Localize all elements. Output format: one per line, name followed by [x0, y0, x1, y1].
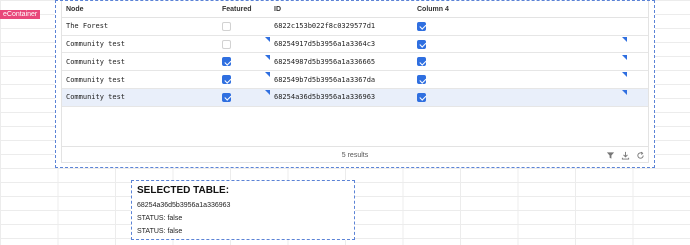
- featured-checkbox[interactable]: [222, 92, 231, 102]
- cell-id: 68254a36d5b3956a1a336963: [274, 93, 376, 102]
- column-header-featured[interactable]: Featured: [222, 1, 252, 17]
- cell-node: Community test: [66, 57, 126, 66]
- results-count: 5 results: [341, 152, 369, 159]
- edit-marker-icon: [265, 72, 270, 78]
- column-4-checkbox[interactable]: [417, 57, 426, 67]
- cell-node: The Forest: [66, 22, 109, 31]
- refresh-icon[interactable]: [636, 151, 645, 160]
- table-row[interactable]: Community test 68254987d5b3956a1a336665: [62, 54, 648, 72]
- table-row[interactable]: Community test 68254a36d5b3956a1a336963: [62, 89, 648, 107]
- column-4-checkbox[interactable]: [417, 92, 426, 102]
- status-text-2: STATUS: false: [137, 228, 183, 235]
- featured-checkbox[interactable]: [222, 21, 231, 31]
- table-row[interactable]: Community test 68254917d5b3956a1a3364c3: [62, 36, 648, 54]
- featured-checkbox[interactable]: [222, 57, 231, 67]
- table-container: Node Featured ID Column 4 The Forest 6822…: [55, 0, 655, 168]
- column-4-checkbox[interactable]: [417, 21, 426, 31]
- cell-id: 68254987d5b3956a1a336665: [274, 57, 376, 66]
- edit-marker-icon: [622, 36, 627, 42]
- download-icon[interactable]: [621, 151, 630, 160]
- table-header: Node Featured ID Column 4: [62, 1, 648, 18]
- cell-id: 68254917d5b3956a1a3364c3: [274, 40, 376, 49]
- featured-checkbox[interactable]: [222, 39, 231, 49]
- edit-marker-icon: [265, 54, 270, 60]
- status-text-1: STATUS: false: [137, 215, 183, 222]
- edit-marker-icon: [265, 90, 270, 96]
- selected-id-text: 68254a36d5b3956a1a336963: [137, 202, 231, 209]
- edit-marker-icon: [622, 90, 627, 96]
- table-footer: 5 results: [62, 146, 648, 163]
- cell-node: Community test: [66, 93, 126, 102]
- data-table: Node Featured ID Column 4 The Forest 6822…: [61, 1, 649, 163]
- edit-marker-icon: [265, 36, 270, 42]
- selected-table-title: SELECTED TABLE:: [137, 185, 230, 196]
- cell-id: 682549b7d5b3956a1a3367da: [274, 75, 376, 84]
- column-4-checkbox[interactable]: [417, 39, 426, 49]
- cell-node: Community test: [66, 75, 126, 84]
- table-row[interactable]: The Forest 6822c153b022f8c0329577d1: [62, 18, 648, 36]
- cell-id: 6822c153b022f8c0329577d1: [274, 22, 376, 31]
- column-header-column-4[interactable]: Column 4: [417, 1, 449, 17]
- table-row[interactable]: Community test 682549b7d5b3956a1a3367da: [62, 71, 648, 89]
- edit-marker-icon: [622, 72, 627, 78]
- selected-table-panel: SELECTED TABLE: 68254a36d5b3956a1a336963…: [131, 180, 355, 240]
- cell-node: Community test: [66, 40, 126, 49]
- column-header-node[interactable]: Node: [66, 1, 84, 17]
- column-4-checkbox[interactable]: [417, 75, 426, 85]
- edit-marker-icon: [622, 54, 627, 60]
- column-header-id[interactable]: ID: [274, 1, 281, 17]
- featured-checkbox[interactable]: [222, 75, 231, 85]
- filter-icon[interactable]: [606, 151, 615, 160]
- container-label-tag: eContainer: [0, 10, 41, 19]
